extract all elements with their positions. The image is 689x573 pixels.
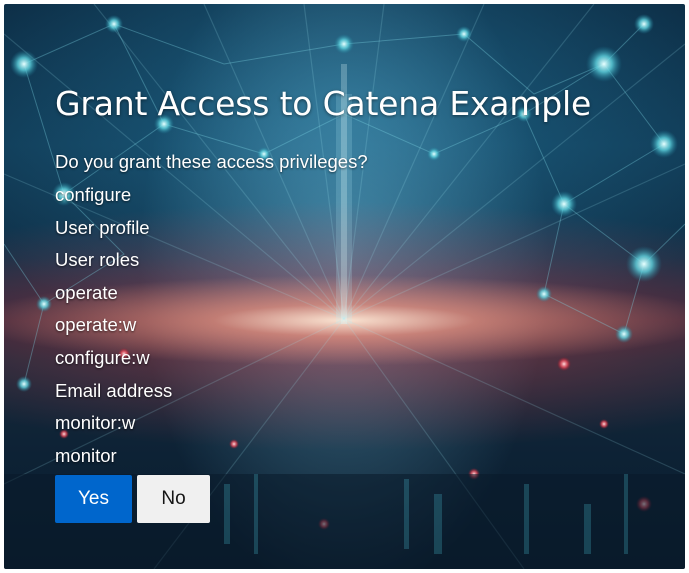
consent-page: Grant Access to Catena Example Do you gr… [4,4,685,569]
no-button[interactable]: No [137,475,210,523]
scope-list: configure User profile User roles operat… [55,179,665,472]
scope-item: monitor:w [55,412,136,434]
scope-item: configure:w [55,346,150,368]
scope-item: User roles [55,249,140,271]
yes-button[interactable]: Yes [55,475,132,523]
consent-question: Do you grant these access privileges? [55,151,368,172]
scope-item: configure [55,184,132,205]
page-title: Grant Access to Catena Example [55,84,592,123]
scope-item: Email address [55,379,173,401]
scope-item: User profile [55,216,150,238]
consent-content: Grant Access to Catena Example Do you gr… [55,84,665,472]
scope-item: operate:w [55,314,137,336]
scope-item: operate [55,281,118,303]
consent-buttons: Yes No [55,475,210,523]
scope-item: monitor [55,444,117,466]
